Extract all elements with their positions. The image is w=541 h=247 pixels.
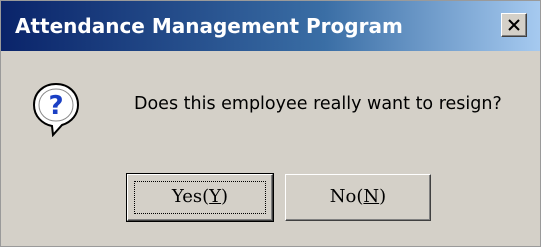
no-button-label: No(N) xyxy=(329,186,387,207)
title-bar[interactable]: Attendance Management Program xyxy=(1,1,540,51)
message-dialog: Attendance Management Program ? Does thi… xyxy=(0,0,541,247)
no-button[interactable]: No(N) xyxy=(285,174,431,221)
close-button[interactable] xyxy=(501,13,527,37)
question-icon: ? xyxy=(32,82,80,137)
svg-text:?: ? xyxy=(48,91,63,121)
close-icon xyxy=(508,19,520,31)
dialog-message: Does this employee really want to resign… xyxy=(134,94,502,114)
yes-button-label: Yes(Y) xyxy=(171,186,229,207)
dialog-title: Attendance Management Program xyxy=(15,14,403,38)
yes-button[interactable]: Yes(Y) xyxy=(126,173,274,222)
